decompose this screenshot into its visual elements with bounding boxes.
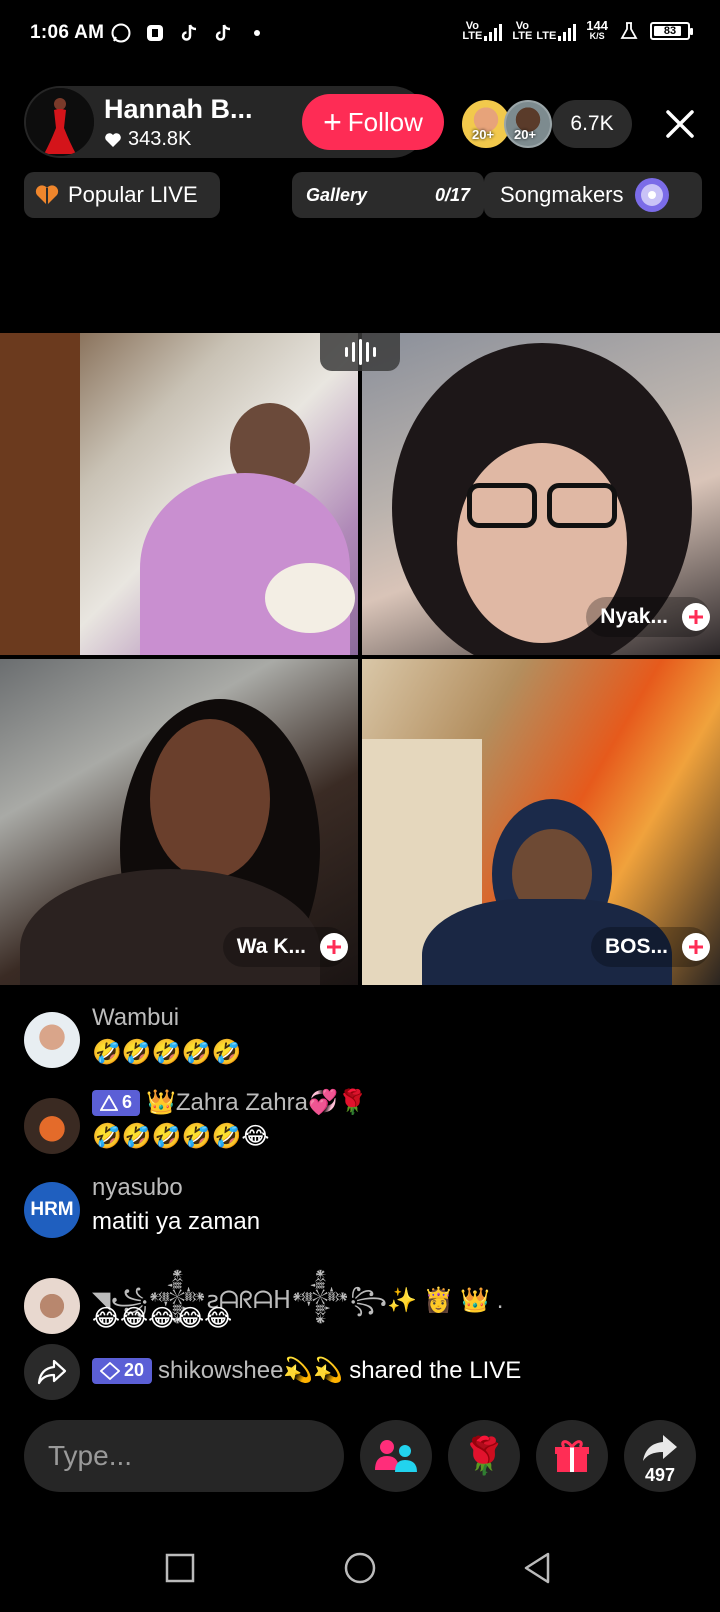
circle-icon <box>344 1552 376 1584</box>
guest-video-2[interactable]: Nyak... <box>362 333 720 655</box>
share-event[interactable]: 20 shikowshee💫💫 shared the LIVE <box>24 1344 704 1400</box>
status-bar: 1:06 AM Vo LTE Vo LTE LTE 144 K/S 83 <box>0 0 720 72</box>
comment-item[interactable]: 6 👑Zahra Zahra💞🌹 🤣🤣🤣🤣🤣😂 <box>24 1088 704 1158</box>
heart-icon <box>105 132 121 147</box>
multi-guest-button[interactable] <box>360 1420 432 1492</box>
level-badge: 6 <box>92 1089 141 1116</box>
commenter-avatar[interactable] <box>24 1012 80 1068</box>
host-avatar[interactable] <box>26 88 94 156</box>
comment-text: 😂😂😂😂😂 <box>92 1305 233 1332</box>
add-guest-icon[interactable] <box>682 933 710 961</box>
diamond-icon <box>100 1094 118 1111</box>
commenter-avatar[interactable] <box>24 1278 80 1334</box>
comment-item[interactable]: ◥꧁𒀱ꙅᗩᖇᗩᕼ𒀱꧂✨ 👸 👑 . 😂😂😂😂😂 <box>24 1270 704 1340</box>
comment-text: 🤣🤣🤣🤣🤣 <box>92 1039 242 1066</box>
diamond-icon <box>100 1361 120 1380</box>
gallery-label: Gallery <box>306 184 368 205</box>
network-speed: 144 K/S <box>586 18 608 41</box>
commenter-name: nyasubo <box>92 1174 183 1201</box>
square-icon <box>165 1553 195 1583</box>
host-likes: 343.8K <box>104 128 191 151</box>
flask-icon <box>618 20 640 42</box>
gift-button[interactable] <box>536 1420 608 1492</box>
sim1-signal: Vo LTE <box>462 21 503 42</box>
plus-icon: + <box>323 104 342 140</box>
guest-name-tag[interactable]: Wa K... <box>222 927 348 967</box>
share-icon <box>24 1344 80 1400</box>
follow-label: Follow <box>347 106 423 137</box>
notification-icons <box>110 22 268 44</box>
tiktok-icon-2 <box>212 22 234 44</box>
share-count: 497 <box>644 1465 676 1485</box>
host-info[interactable]: Hannah B... 343.8K + Follow <box>24 86 444 158</box>
comment-text: 🤣🤣🤣🤣🤣😂 <box>92 1123 270 1150</box>
comment-input[interactable]: Type... <box>24 1420 344 1492</box>
guest-name: Nyak... <box>600 605 668 628</box>
comment-text: matiti ya zaman <box>92 1208 261 1235</box>
share-arrow-icon <box>643 1435 677 1461</box>
commenter-name: 6 👑Zahra Zahra💞🌹 <box>92 1088 368 1117</box>
guest-name: BOS... <box>604 935 668 958</box>
close-icon <box>666 110 694 138</box>
level-badge: 20 <box>92 1357 153 1384</box>
app-icon <box>144 22 166 44</box>
back-button[interactable] <box>520 1550 556 1586</box>
multi-guest-grid: Nyak... Wa K... BOS... <box>0 333 720 985</box>
battery-icon: 83 <box>650 22 693 40</box>
host-likes-count: 343.8K <box>128 128 192 150</box>
popular-live-label: Popular LIVE <box>68 182 198 207</box>
system-nav-bar <box>0 1530 720 1600</box>
dot-icon <box>246 22 268 44</box>
host-name: Hannah B... <box>104 94 253 124</box>
audio-handle[interactable] <box>320 333 400 371</box>
follow-button[interactable]: + Follow <box>302 94 444 150</box>
gallery-tag[interactable]: Gallery 0/17 <box>292 172 484 218</box>
comment-item[interactable]: HRM nyasubo matiti ya zaman <box>24 1174 704 1244</box>
gift-icon <box>555 1440 589 1472</box>
signal-bars-icon <box>484 23 503 41</box>
add-guest-icon[interactable] <box>320 933 348 961</box>
commenter-avatar[interactable] <box>24 1098 80 1154</box>
system-indicators: Vo LTE Vo LTE LTE 144 K/S 83 <box>462 18 693 42</box>
commenter-name: Wambui <box>92 1004 180 1031</box>
songmakers-label: Songmakers <box>500 182 624 207</box>
heart-icon <box>35 185 59 205</box>
whatsapp-icon <box>110 22 132 44</box>
songmakers-tag[interactable]: Songmakers <box>484 172 702 218</box>
add-guest-icon[interactable] <box>682 603 710 631</box>
guest-name: Wa K... <box>236 935 306 958</box>
guest-name-tag[interactable]: Nyak... <box>586 597 710 637</box>
viewer-rank-badge: 20+ <box>472 127 495 142</box>
top-viewers[interactable]: 20+ 20+ <box>462 100 552 148</box>
battery-level: 83 <box>663 25 677 37</box>
signal-bars-icon-2 <box>558 23 577 41</box>
guest-video-3[interactable]: Wa K... <box>0 659 358 985</box>
popular-live-tag[interactable]: Popular LIVE <box>24 172 220 218</box>
guest-name-tag[interactable]: BOS... <box>590 927 710 967</box>
home-button[interactable] <box>342 1550 378 1586</box>
viewer-rank-badge: 20+ <box>514 127 537 142</box>
comment-item[interactable]: Wambui 🤣🤣🤣🤣🤣 <box>24 1004 704 1074</box>
people-icon <box>375 1440 417 1472</box>
status-time: 1:06 AM <box>30 22 105 43</box>
recents-button[interactable] <box>162 1550 198 1586</box>
viewer-avatar[interactable]: 20+ <box>504 100 552 148</box>
comment-input-placeholder: Type... <box>48 1440 133 1471</box>
guest-video-1[interactable] <box>0 333 358 655</box>
triangle-back-icon <box>524 1552 550 1584</box>
commenter-avatar[interactable]: HRM <box>24 1182 80 1238</box>
share-event-text: 20 shikowshee💫💫 shared the LIVE <box>92 1356 521 1385</box>
rose-gift-button[interactable]: 🌹 <box>448 1420 520 1492</box>
tiktok-icon <box>178 22 200 44</box>
close-button[interactable] <box>660 104 700 144</box>
share-button[interactable]: 497 <box>624 1420 696 1492</box>
viewer-avatar[interactable]: 20+ <box>462 100 510 148</box>
viewer-count[interactable]: 6.7K <box>552 100 632 148</box>
guest-video-4[interactable]: BOS... <box>362 659 720 985</box>
gallery-progress: 0/17 <box>434 184 470 205</box>
rose-icon: 🌹 <box>461 1435 507 1476</box>
music-disc-icon <box>634 178 669 212</box>
sim2-signal: Vo LTE LTE <box>512 21 577 42</box>
